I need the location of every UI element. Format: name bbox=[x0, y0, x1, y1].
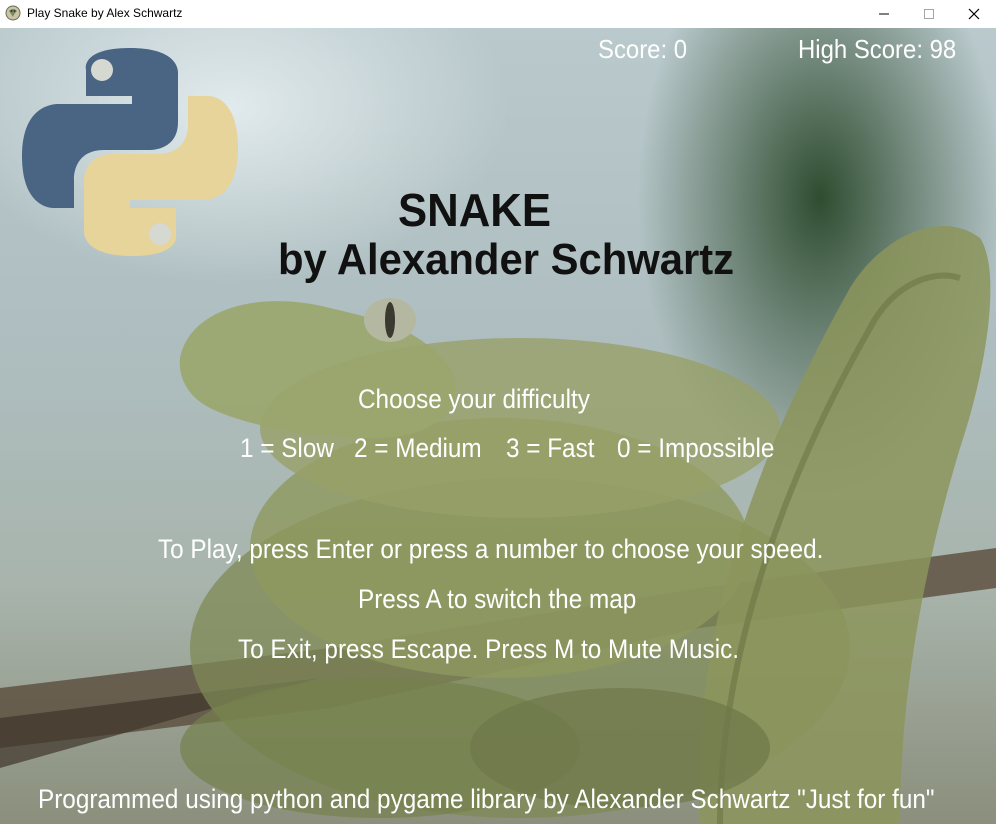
maximize-button[interactable] bbox=[906, 0, 952, 28]
close-button[interactable] bbox=[951, 0, 996, 28]
difficulty-option-fast[interactable]: 3 = Fast bbox=[506, 433, 594, 464]
maximize-icon bbox=[924, 9, 934, 19]
play-instruction: To Play, press Enter or press a number t… bbox=[158, 534, 824, 564]
difficulty-prompt: Choose your difficulty bbox=[358, 384, 590, 414]
score-display: Score: 0 bbox=[598, 34, 688, 64]
author-title: by Alexander Schwartz bbox=[278, 235, 735, 284]
minimize-button[interactable] bbox=[861, 0, 907, 28]
difficulty-option-impossible[interactable]: 0 = Impossible bbox=[617, 433, 774, 464]
difficulty-option-medium[interactable]: 2 = Medium bbox=[354, 433, 482, 464]
pygame-snake-app-icon bbox=[5, 5, 21, 21]
difficulty-option-slow[interactable]: 1 = Slow bbox=[240, 433, 334, 464]
minimize-icon bbox=[879, 13, 889, 15]
map-instruction: Press A to switch the map bbox=[358, 584, 637, 614]
window-title: Play Snake by Alex Schwartz bbox=[27, 6, 183, 20]
footer-credit: Programmed using python and pygame libra… bbox=[38, 784, 935, 814]
python-logo-icon bbox=[22, 48, 238, 257]
close-icon bbox=[968, 8, 980, 20]
game-title: SNAKE bbox=[398, 184, 551, 236]
exit-instruction: To Exit, press Escape. Press M to Mute M… bbox=[238, 634, 740, 664]
game-canvas[interactable]: Score: 0 High Score: 98 SNAKE by Alexand… bbox=[0, 28, 996, 824]
window-titlebar[interactable]: Play Snake by Alex Schwartz bbox=[0, 0, 996, 28]
high-score-display: High Score: 98 bbox=[798, 34, 957, 64]
